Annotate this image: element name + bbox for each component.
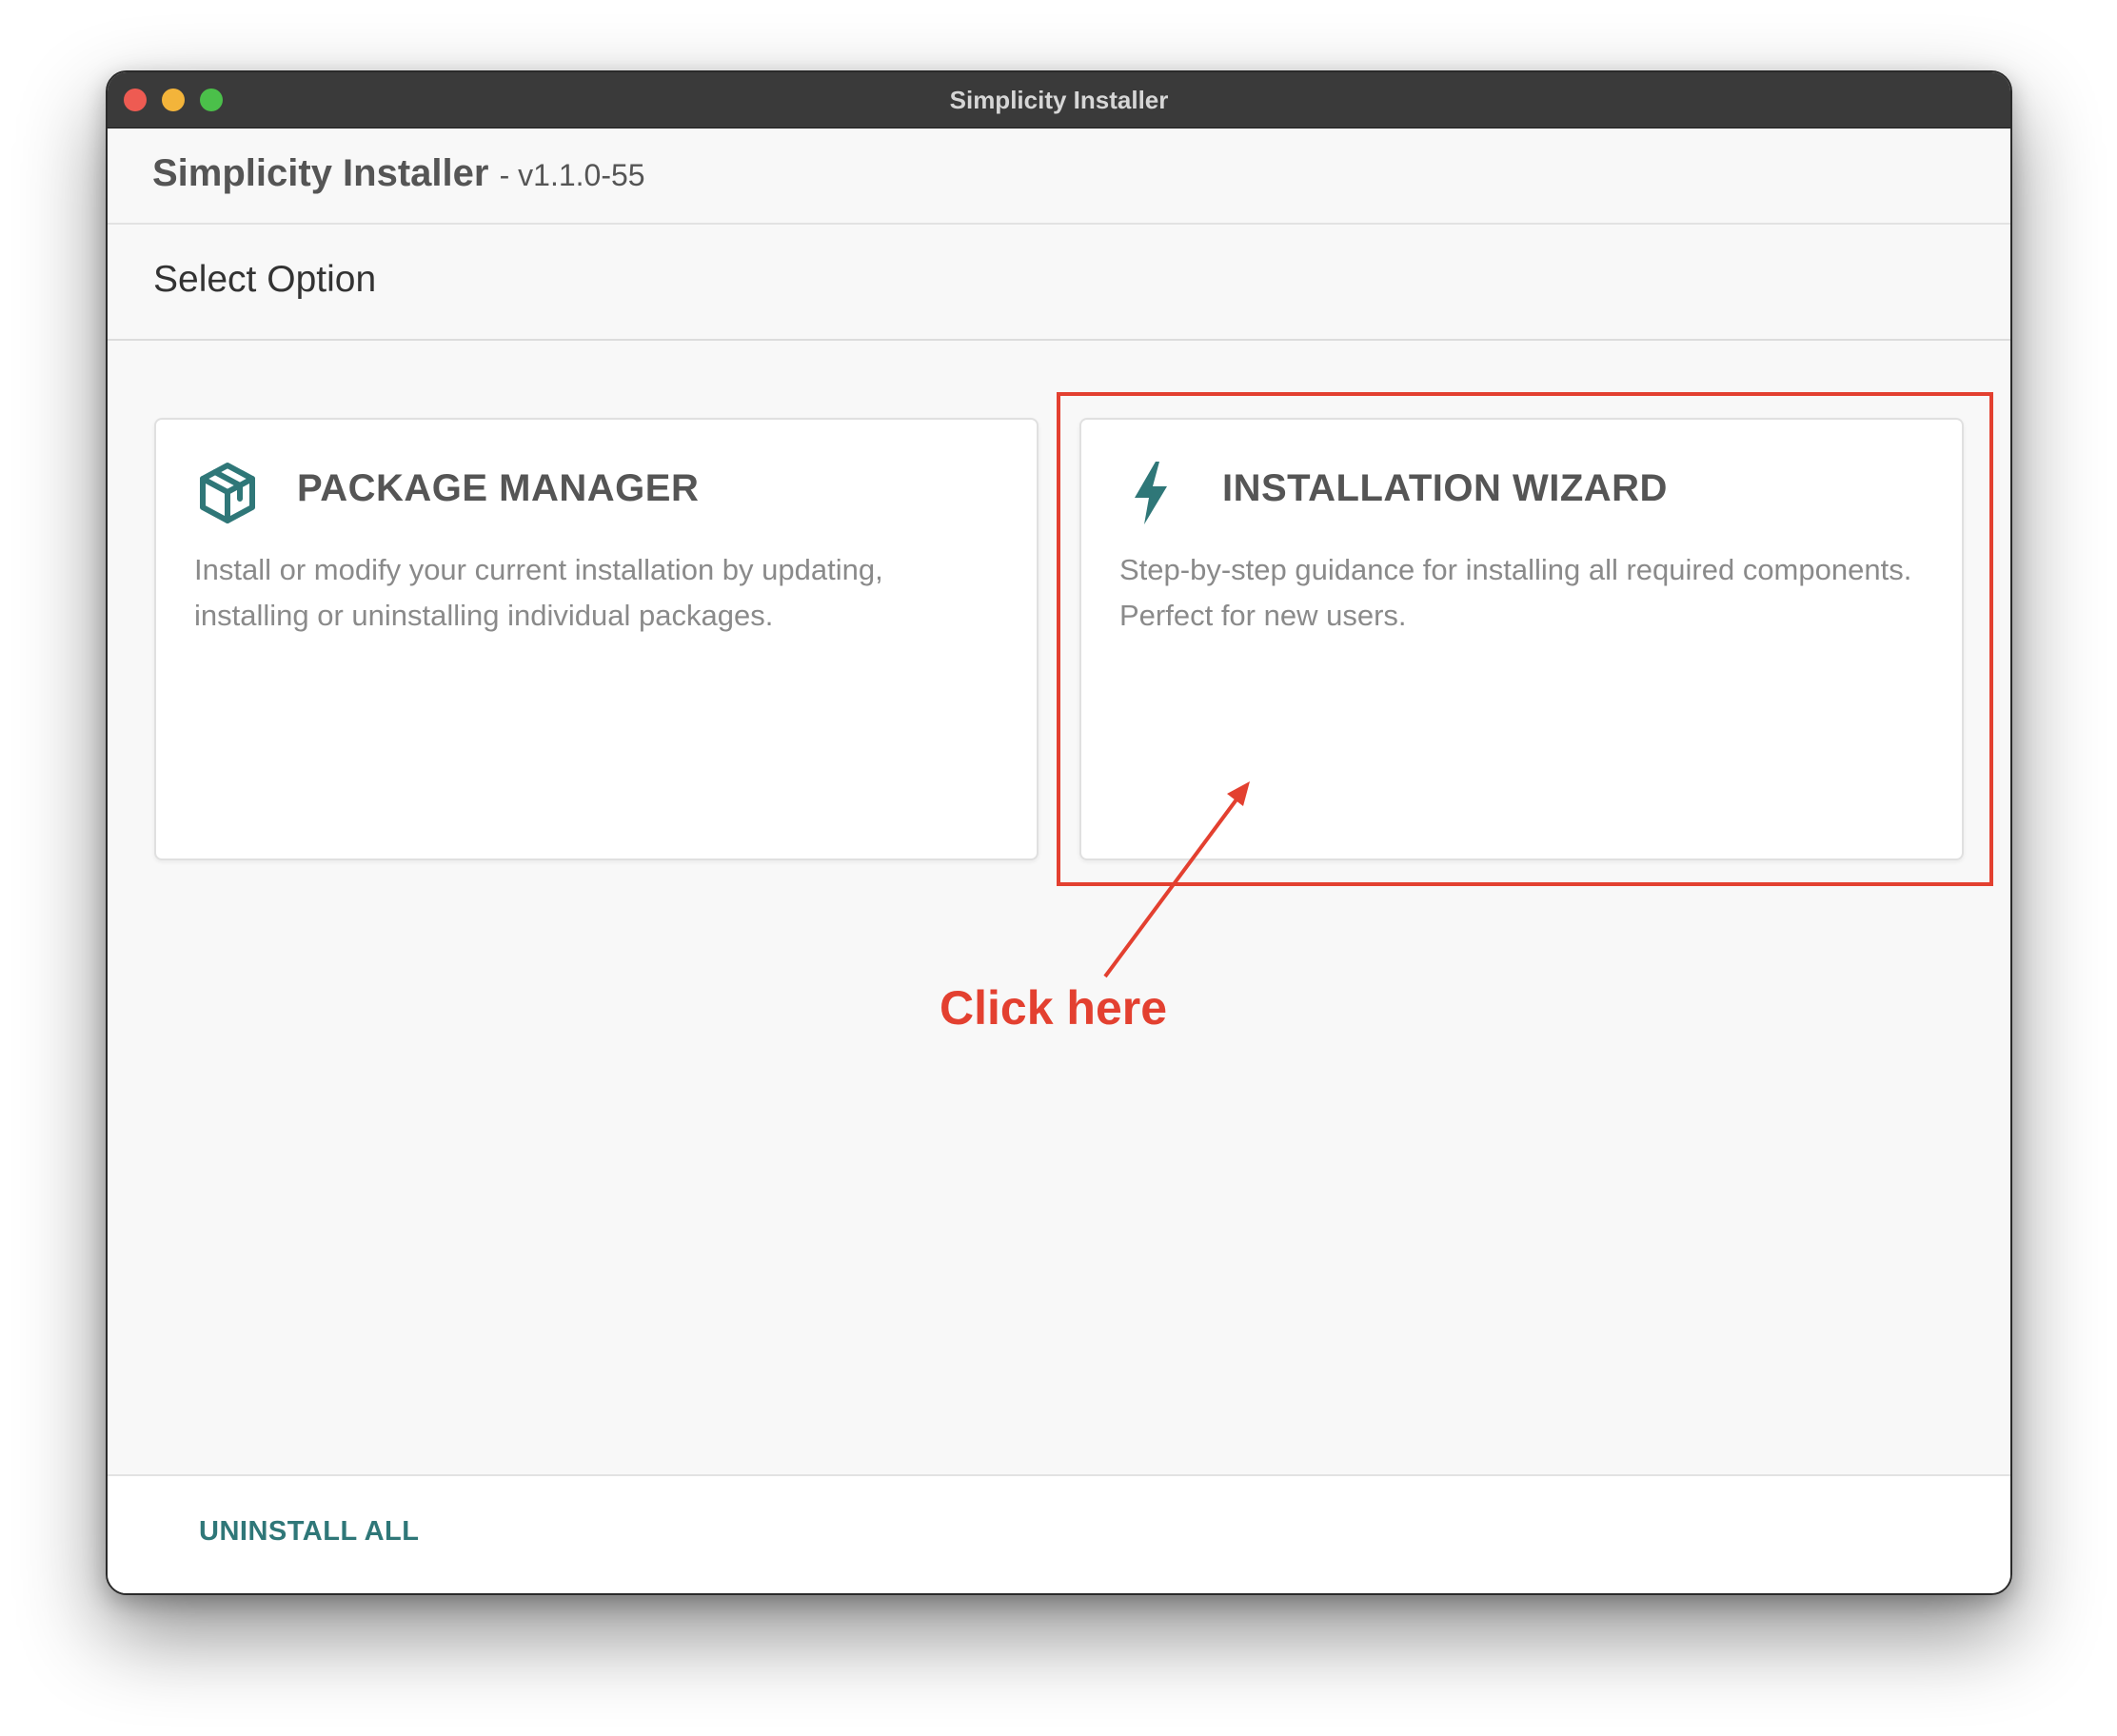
uninstall-all-button[interactable]: UNINSTALL ALL	[199, 1516, 420, 1548]
annotation-label: Click here	[940, 981, 1168, 1035]
annotation-arrow-icon	[1103, 781, 1250, 978]
app-window: Simplicity Installer Simplicity Installe…	[106, 70, 2012, 1595]
footer: UNINSTALL ALL	[108, 1474, 2010, 1593]
